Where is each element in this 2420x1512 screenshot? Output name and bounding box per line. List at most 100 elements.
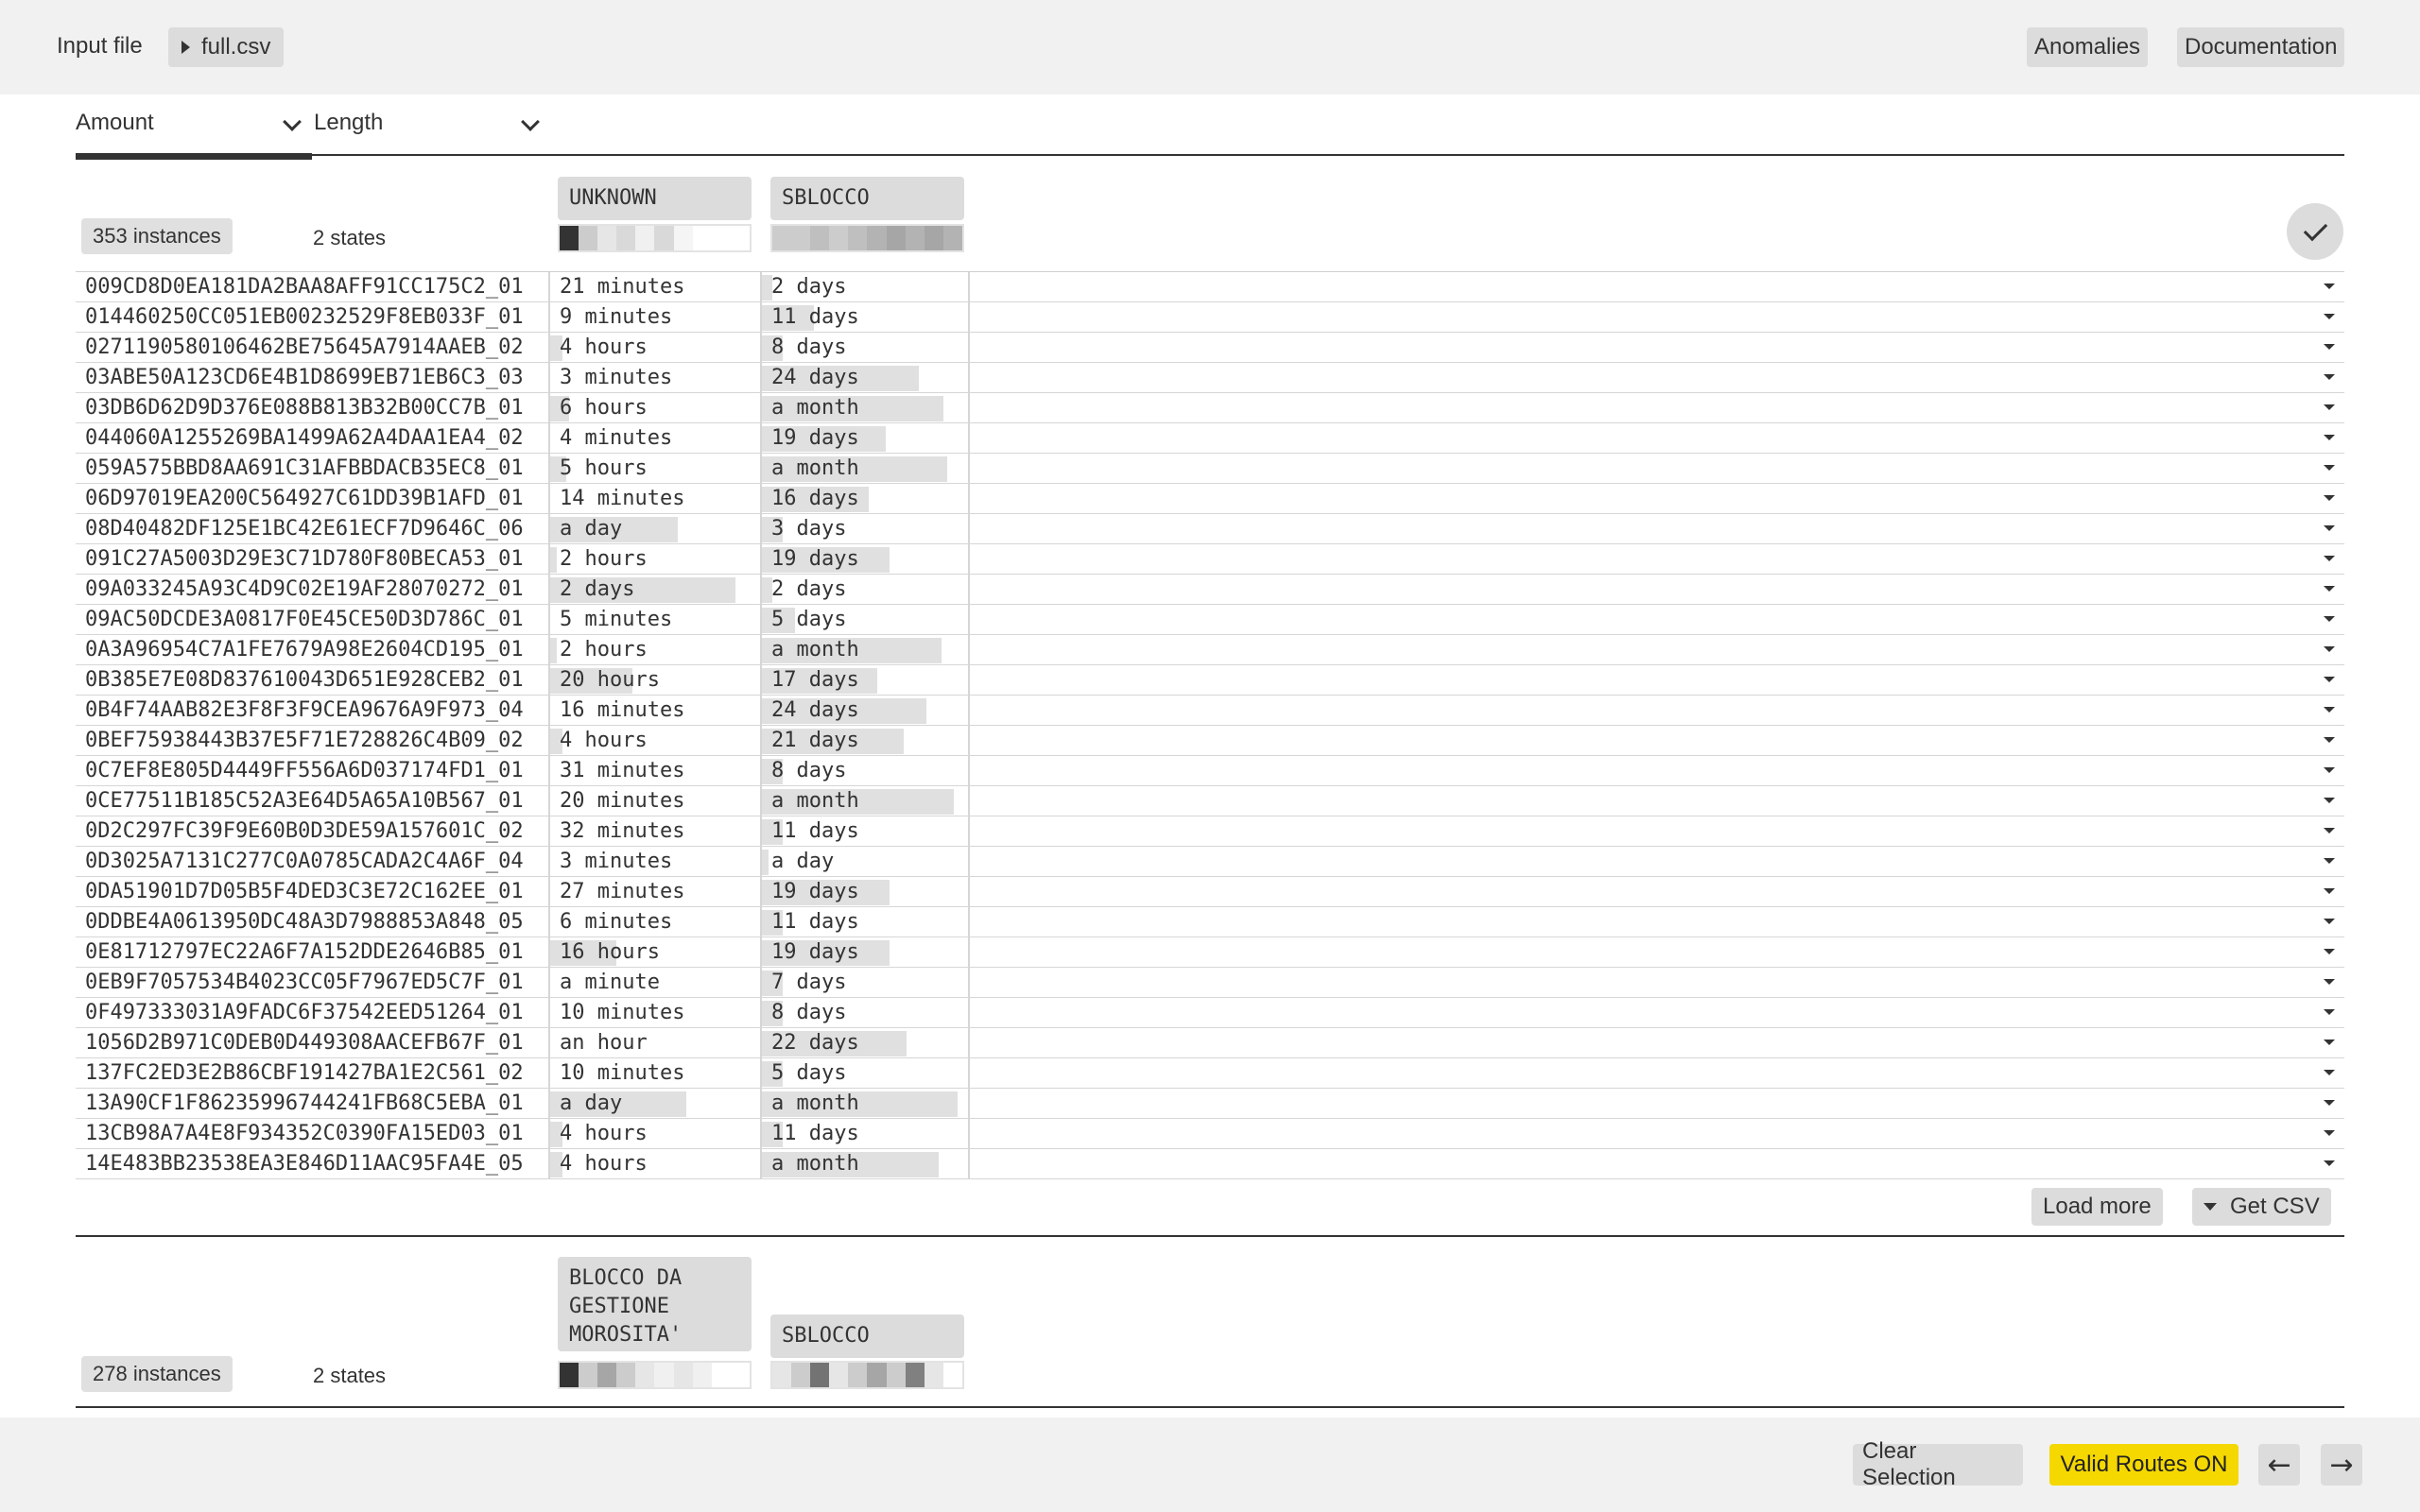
table-row[interactable]: 0F497333031A9FADC6F37542EED51264_01 10 mi… [76,998,2344,1028]
load-more-button[interactable]: Load more [2031,1188,2163,1226]
caret-down-icon[interactable] [2324,465,2335,471]
caret-down-icon[interactable] [2324,798,2335,803]
valid-routes-toggle[interactable]: Valid Routes ON [2049,1444,2238,1486]
arrow-left-icon: ← [2267,1448,2291,1482]
table-row[interactable]: 137FC2ED3E2B86CBF191427BA1E2C561_02 10 mi… [76,1058,2344,1089]
caret-down-icon[interactable] [2324,556,2335,561]
column-header-sblocco[interactable]: SBLOCCO [770,1314,964,1358]
column-header-blocco-da-gestione-morosita[interactable]: BLOCCO DA GESTIONE MOROSITA' [558,1257,752,1351]
table-row[interactable]: 13A90CF1F86235996744241FB68C5EBA_01 a day… [76,1089,2344,1119]
tab-length[interactable]: Length [314,104,550,156]
states-count: 2 states [313,1364,387,1387]
get-csv-button[interactable]: Get CSV [2192,1188,2331,1226]
caret-down-icon[interactable] [2324,314,2335,319]
duration-value: an hour [560,1031,648,1055]
caret-down-icon[interactable] [2324,1100,2335,1106]
table-row[interactable]: 1056D2B971C0DEB0D449308AACEFB67F_01 an ho… [76,1028,2344,1058]
table-row[interactable]: 0C7EF8E805D4449FF556A6D037174FD1_01 31 mi… [76,756,2344,786]
table-row[interactable]: 03DB6D62D9D376E088B813B32B00CC7B_01 6 hou… [76,393,2344,423]
table-row[interactable]: 091C27A5003D29E3C71D780F80BECA53_01 2 hou… [76,544,2344,575]
documentation-button[interactable]: Documentation [2177,27,2345,67]
prev-button[interactable]: ← [2258,1444,2300,1486]
duration-sblocco-cell: 5 days [760,1058,970,1088]
table-row[interactable]: 09AC50DCDE3A0817F0E45CE50D3D786C_01 5 min… [76,605,2344,635]
table-row[interactable]: 09A033245A93C4D9C02E19AF28070272_01 2 day… [76,575,2344,605]
chevron-down-icon[interactable] [521,112,540,131]
caret-down-icon[interactable] [2324,858,2335,864]
instance-id: 0F497333031A9FADC6F37542EED51264_01 [85,1001,524,1024]
table-row[interactable]: 044060A1255269BA1499A62A4DAA1EA4_02 4 min… [76,423,2344,454]
group-divider [76,1406,2344,1408]
instance-id: 09A033245A93C4D9C02E19AF28070272_01 [85,577,524,601]
caret-down-icon[interactable] [2324,949,2335,954]
caret-down-icon[interactable] [2324,495,2335,501]
duration-value: 3 minutes [560,850,673,873]
caret-down-icon[interactable] [2324,1070,2335,1075]
caret-down-icon[interactable] [2324,828,2335,833]
next-button[interactable]: → [2321,1444,2362,1486]
caret-down-icon[interactable] [2324,586,2335,592]
duration-sblocco-cell: 19 days [760,423,970,453]
table-row[interactable]: 03ABE50A123CD6E4B1D8699EB71EB6C3_03 3 min… [76,363,2344,393]
caret-down-icon[interactable] [2324,344,2335,350]
table-row[interactable]: 0DA51901D7D05B5F4DED3C3E72C162EE_01 27 mi… [76,877,2344,907]
duration-value: 11 days [771,1122,859,1145]
table-row[interactable]: 0D3025A7131C277C0A0785CADA2C4A6F_04 3 min… [76,847,2344,877]
caret-down-icon[interactable] [2324,677,2335,682]
duration-unknown-cell: 16 minutes [548,696,758,725]
caret-down-icon[interactable] [2324,525,2335,531]
table-row[interactable]: 13CB98A7A4E8F934352C0390FA15ED03_01 4 hou… [76,1119,2344,1149]
duration-unknown-cell: 4 hours [548,333,758,362]
caret-down-icon[interactable] [2324,737,2335,743]
column-header-sblocco[interactable]: SBLOCCO [770,177,964,220]
duration-value: a month [771,1091,859,1115]
table-row[interactable]: 0BEF75938443B37E5F71E728826C4B09_02 4 hou… [76,726,2344,756]
chevron-down-icon[interactable] [283,112,302,131]
duration-sblocco-cell: a day [760,847,970,876]
state-swatch [579,1363,598,1387]
table-row[interactable]: 0A3A96954C7A1FE7679A98E2604CD195_01 2 hou… [76,635,2344,665]
column-header-unknown[interactable]: UNKNOWN [558,177,752,220]
duration-unknown-cell: a day [548,1089,758,1118]
table-row[interactable]: 0B385E7E08D837610043D651E928CEB2_01 20 ho… [76,665,2344,696]
table-row[interactable]: 0B4F74AAB82E3F8F3F9CEA9676A9F973_04 16 mi… [76,696,2344,726]
caret-down-icon[interactable] [2324,646,2335,652]
anomalies-button[interactable]: Anomalies [2027,27,2149,67]
caret-down-icon[interactable] [2324,979,2335,985]
table-row[interactable]: 0EB9F7057534B4023CC05F7967ED5C7F_01 a min… [76,968,2344,998]
table-row[interactable]: 06D97019EA200C564927C61DD39B1AFD_01 14 mi… [76,484,2344,514]
table-row[interactable]: 0D2C297FC39F9E60B0D3DE59A157601C_02 32 mi… [76,816,2344,847]
duration-sblocco-cell: 17 days [760,665,970,695]
caret-down-icon[interactable] [2324,1160,2335,1166]
caret-down-icon[interactable] [2324,374,2335,380]
caret-down-icon[interactable] [2324,767,2335,773]
table-row[interactable]: 14E483BB23538EA3E846D11AAC95FA4E_05 4 hou… [76,1149,2344,1179]
caret-down-icon[interactable] [2324,284,2335,289]
table-row[interactable]: 0E81712797EC22A6F7A152DDE2646B85_01 16 ho… [76,937,2344,968]
file-name: full.csv [201,34,271,60]
caret-down-icon[interactable] [2324,707,2335,713]
bottom-bar: Clear Selection Valid Routes ON ← → [0,1418,2420,1512]
table-row[interactable]: 08D40482DF125E1BC42E61ECF7D9646C_06 a day… [76,514,2344,544]
caret-down-icon[interactable] [2324,616,2335,622]
instance-id: 03ABE50A123CD6E4B1D8699EB71EB6C3_03 [85,366,524,389]
state-swatch [711,226,731,250]
caret-down-icon[interactable] [2324,1130,2335,1136]
file-selector[interactable]: full.csv [168,27,285,67]
table-row[interactable]: 0CE77511B185C52A3E64D5A65A10B567_01 20 mi… [76,786,2344,816]
tab-amount[interactable]: Amount [76,104,312,160]
table-row[interactable]: 0271190580106462BE75645A7914AAEB_02 4 hou… [76,333,2344,363]
table-row[interactable]: 059A575BBD8AA691C31AFBBDACB35EC8_01 5 hou… [76,454,2344,484]
caret-down-icon[interactable] [2324,435,2335,440]
clear-selection-button[interactable]: Clear Selection [1853,1438,2023,1490]
caret-down-icon[interactable] [2324,1009,2335,1015]
table-row[interactable]: 014460250CC051EB00232529F8EB033F_01 9 min… [76,302,2344,333]
duration-sblocco-cell: 8 days [760,756,970,785]
caret-down-icon[interactable] [2324,1040,2335,1045]
caret-down-icon[interactable] [2324,919,2335,924]
caret-down-icon[interactable] [2324,404,2335,410]
caret-down-icon[interactable] [2324,888,2335,894]
table-row[interactable]: 009CD8D0EA181DA2BAA8AFF91CC175C2_01 21 mi… [76,272,2344,302]
table-row[interactable]: 0DDBE4A0613950DC48A3D7988853A848_05 6 min… [76,907,2344,937]
check-icon[interactable] [2287,203,2343,260]
